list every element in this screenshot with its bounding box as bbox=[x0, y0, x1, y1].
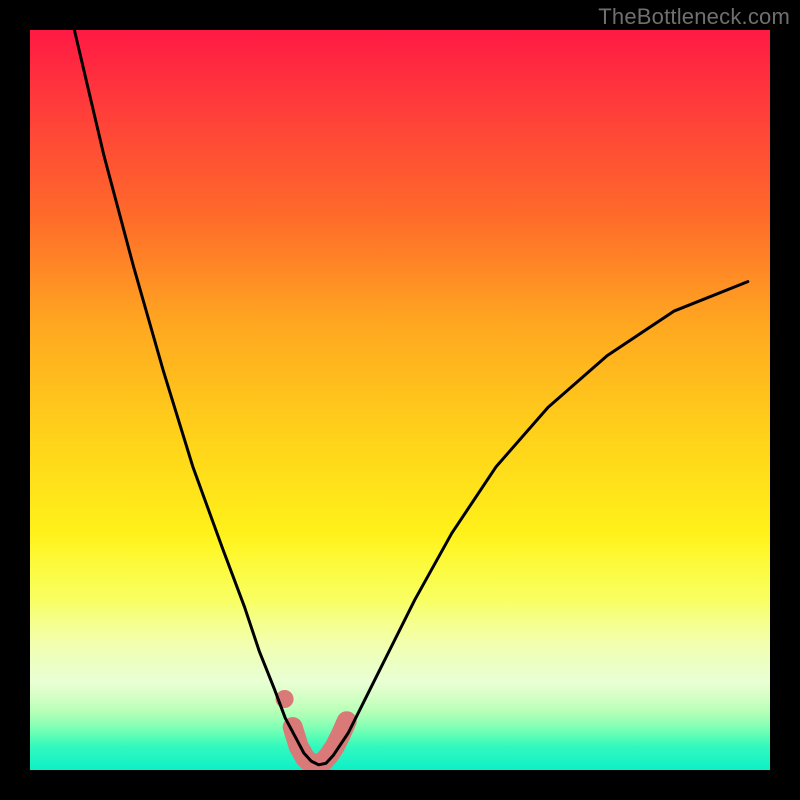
recommended-zone-path bbox=[293, 721, 347, 764]
watermark-text: TheBottleneck.com bbox=[598, 4, 790, 30]
chart-plot-area bbox=[30, 30, 770, 770]
chart-frame: TheBottleneck.com bbox=[0, 0, 800, 800]
bottleneck-curve-path bbox=[74, 30, 747, 765]
chart-overlay-svg bbox=[30, 30, 770, 770]
